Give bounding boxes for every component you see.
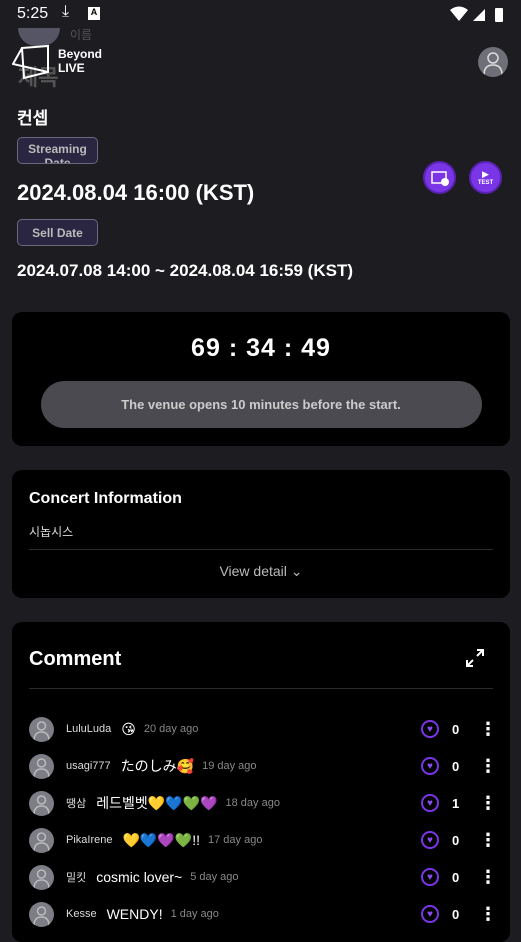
comment-card: Comment (12, 622, 510, 942)
add-calendar-button[interactable] (423, 161, 456, 194)
sell-date: 2024.07.08 14:00 ~ 2024.08.04 16:59 (KST… (17, 261, 353, 280)
like-count: 0 (452, 832, 460, 848)
user-icon (33, 868, 50, 889)
more-options-icon[interactable]: ⋮ (479, 868, 497, 886)
heart-like-button[interactable]: ♥ (421, 794, 439, 812)
logo-icon (12, 44, 49, 80)
heart-like-button[interactable]: ♥ (421, 831, 439, 849)
status-time: 5:25 (17, 5, 49, 22)
heart-like-button[interactable]: ♥ (421, 720, 439, 738)
profile-avatar-button[interactable] (478, 47, 508, 77)
like-count: 0 (452, 869, 460, 885)
divider (29, 549, 493, 550)
streaming-date-tag: Streaming Date (17, 137, 98, 164)
venue-notice: The venue opens 10 minutes before the st… (40, 381, 482, 428)
play-icon: ▶ (482, 169, 489, 179)
user-icon (483, 52, 503, 76)
heart-like-button[interactable]: ♥ (421, 868, 439, 886)
comment-item: PikaIrene 💛💙💜💚!! 17 day ago ♥ 0 ⋮ (29, 825, 499, 855)
comment-user[interactable]: LuluLuda (66, 723, 111, 735)
comment-text: 레드벨벳💛💙💚💜 (96, 795, 218, 811)
test-label: TEST (477, 180, 494, 186)
avatar[interactable] (29, 753, 54, 779)
comment-time: 5 day ago (190, 871, 239, 883)
comment-item: usagi777 たのしみ🥰 19 day ago ♥ 0 ⋮ (29, 751, 499, 781)
more-options-icon[interactable]: ⋮ (479, 905, 497, 923)
user-icon (33, 757, 50, 778)
avatar[interactable] (29, 864, 54, 890)
avatar[interactable] (29, 901, 54, 927)
streaming-date: 2024.08.04 16:00 (KST) (17, 180, 255, 205)
chevron-down-icon: ⌄ (290, 563, 303, 579)
comment-time: 19 day ago (202, 760, 257, 772)
comment-user[interactable]: Kesse (66, 908, 97, 920)
avatar[interactable] (29, 716, 54, 742)
a-icon: A (88, 7, 100, 20)
test-stream-button[interactable]: ▶ TEST (469, 161, 502, 194)
heart-like-button[interactable]: ♥ (421, 905, 439, 923)
download-icon: ⤓ (62, 3, 70, 20)
like-count: 0 (452, 758, 460, 774)
status-bar: 5:25 ⤓ A (0, 0, 521, 28)
info-title: Concert Information (29, 490, 182, 507)
comment-text: 💛💙💜💚!! (122, 831, 200, 848)
divider (29, 688, 493, 689)
user-icon (33, 720, 50, 741)
heart-like-button[interactable]: ♥ (421, 757, 439, 775)
comment-text: WENDY! (106, 906, 163, 922)
countdown-card: 69 : 34 : 49 The venue opens 10 minutes … (12, 312, 510, 446)
more-options-icon[interactable]: ⋮ (479, 831, 497, 849)
comment-text: cosmic lover~ (96, 869, 183, 885)
user-icon (33, 831, 50, 852)
comment-user[interactable]: PikaIrene (66, 834, 112, 846)
comment-user[interactable]: usagi777 (66, 760, 111, 772)
event-title: 컨셉 (17, 109, 49, 128)
expand-icon[interactable] (465, 648, 485, 668)
comment-time: 1 day ago (170, 908, 219, 920)
more-options-icon[interactable]: ⋮ (479, 720, 497, 738)
avatar[interactable] (29, 827, 54, 853)
comment-text: たのしみ🥰 (120, 758, 195, 774)
comment-item: 땡삼 레드벨벳💛💙💚💜 18 day ago ♥ 1 ⋮ (29, 788, 499, 818)
user-icon (33, 905, 50, 926)
like-count: 0 (452, 906, 460, 922)
logo-text-2: LIVE (58, 61, 85, 75)
comment-title: Comment (29, 648, 122, 670)
like-count: 0 (452, 721, 460, 737)
synopsis: 시놉시스 (29, 525, 74, 539)
user-icon (33, 794, 50, 815)
comment-time: 18 day ago (225, 797, 280, 809)
comment-item: LuluLuda 😘 20 day ago ♥ 0 ⋮ (29, 714, 499, 744)
signal-battery-icon (450, 6, 503, 22)
comment-text: 😘 (121, 720, 136, 737)
comment-item: 밀킷 cosmic lover~ 5 day ago ♥ 0 ⋮ (29, 862, 499, 892)
comment-time: 20 day ago (143, 723, 199, 735)
comment-user[interactable]: 땡삼 (66, 795, 86, 811)
more-options-icon[interactable]: ⋮ (479, 757, 497, 775)
sell-date-tag: Sell Date (17, 219, 98, 246)
avatar[interactable] (29, 790, 54, 816)
like-count: 1 (452, 795, 460, 811)
calendar-add-icon (430, 170, 449, 186)
concert-info-card: Concert Information 시놉시스 View detail ⌄ (12, 470, 510, 598)
comment-time: 17 day ago (208, 834, 263, 846)
comment-item: Kesse WENDY! 1 day ago ♥ 0 ⋮ (29, 899, 499, 929)
faded-subtitle: 이름 (70, 28, 93, 42)
countdown-timer: 69 : 34 : 49 (191, 334, 331, 362)
logo-text-1: Beyond (58, 47, 103, 61)
comment-user[interactable]: 밀킷 (66, 869, 86, 885)
view-detail-button[interactable]: View detail ⌄ (12, 563, 510, 580)
more-options-icon[interactable]: ⋮ (479, 794, 497, 812)
